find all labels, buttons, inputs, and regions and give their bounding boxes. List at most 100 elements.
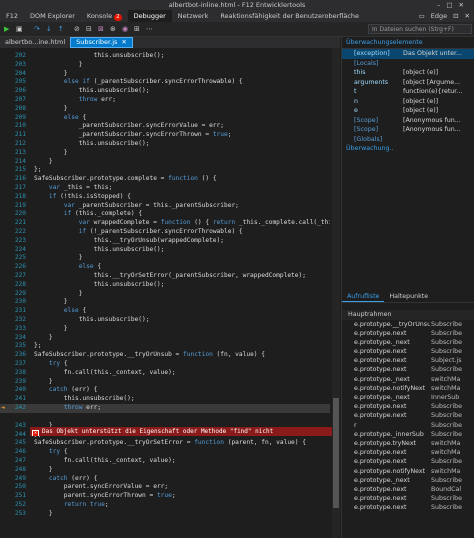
line-number[interactable]: 209 bbox=[8, 114, 26, 123]
break-on-exception-icon[interactable]: ⊘ bbox=[74, 24, 80, 34]
code-line[interactable]: 252 return true; bbox=[0, 501, 330, 510]
code-line[interactable]: 236 SafeSubscriber.prototype.__tryOrUnsub… bbox=[0, 351, 330, 360]
line-number[interactable]: 211 bbox=[8, 131, 26, 140]
tab-ui-responsiveness[interactable]: Reaktionsfähigkeit der Benutzeroberfläch… bbox=[214, 10, 365, 22]
call-stack-row[interactable]: e.prototype.next Subscribe bbox=[342, 347, 474, 356]
close-devtools-icon[interactable]: ✕ bbox=[465, 10, 470, 22]
tab-haltepunkte[interactable]: Haltepunkte bbox=[384, 291, 433, 302]
line-number[interactable]: 224 bbox=[8, 246, 26, 255]
code-line[interactable]: 225 } bbox=[0, 254, 330, 263]
editor-scrollbar[interactable] bbox=[332, 48, 340, 538]
code-line[interactable]: 221 var wrappedComplete = function () { … bbox=[0, 219, 330, 228]
watch-row[interactable]: this [object (e)] bbox=[342, 68, 474, 78]
minimize-button[interactable]: – bbox=[437, 1, 446, 9]
call-stack-row[interactable]: r Subscribe bbox=[342, 421, 474, 430]
code-line[interactable]: 238 fn.call(this._context, value); bbox=[0, 369, 330, 378]
code-line[interactable]: 213 } bbox=[0, 149, 330, 158]
code-line[interactable]: 211 _parentSubscriber.syncErrorThrown = … bbox=[0, 131, 330, 140]
watch-row[interactable]: Überwachung... bbox=[342, 144, 474, 154]
code-line[interactable]: 222 if (!_parentSubscriber.syncErrorThro… bbox=[0, 228, 330, 237]
call-stack-row[interactable]: e.prototype.next Subscribe bbox=[342, 329, 474, 338]
code-line[interactable]: 250 parent.syncErrorValue = err; bbox=[0, 483, 330, 492]
watch-row[interactable]: [Scope] [Anonymous fun... bbox=[342, 125, 474, 135]
line-number[interactable]: 236 bbox=[8, 351, 26, 360]
file-tab-subscriber[interactable]: Subscriber.js ✕ bbox=[70, 37, 133, 48]
code-line[interactable]: 214 } bbox=[0, 158, 330, 167]
call-stack-row[interactable]: e.prototype.next Subscribe bbox=[342, 503, 474, 512]
breakpoint-icon[interactable]: ◉ bbox=[122, 24, 128, 34]
call-stack-row[interactable]: e.prototype.next Subject.js bbox=[342, 356, 474, 365]
code-line[interactable]: 224 this.unsubscribe(); bbox=[0, 246, 330, 255]
step-out-icon[interactable]: ↑ bbox=[58, 24, 64, 34]
call-stack-row[interactable]: e.prototype.next Subscribe bbox=[342, 494, 474, 503]
code-line[interactable]: 207 throw err; bbox=[0, 96, 330, 105]
line-number[interactable]: 202 bbox=[8, 52, 26, 61]
line-number[interactable]: 213 bbox=[8, 149, 26, 158]
line-number[interactable]: 250 bbox=[8, 483, 26, 492]
line-number[interactable]: 243 bbox=[8, 422, 26, 431]
code-line[interactable]: 228 this.unsubscribe(); bbox=[0, 281, 330, 290]
line-number[interactable]: 228 bbox=[8, 281, 26, 290]
code-line[interactable]: ➜ 242 throw err; bbox=[0, 404, 330, 413]
watch-row[interactable]: e [object (e)] bbox=[342, 106, 474, 116]
line-number[interactable]: 229 bbox=[8, 290, 26, 299]
call-stack-row[interactable]: e.prototype.__tryOrUnsubSubscribe bbox=[342, 320, 474, 329]
code-line[interactable]: 203 } bbox=[0, 61, 330, 70]
line-number[interactable]: 223 bbox=[8, 237, 26, 246]
line-number[interactable]: 227 bbox=[8, 272, 26, 281]
line-number[interactable]: 210 bbox=[8, 122, 26, 131]
line-number[interactable]: 222 bbox=[8, 228, 26, 237]
tab-aufrufliste[interactable]: Aufrufliste bbox=[342, 291, 385, 302]
line-number[interactable]: 218 bbox=[8, 193, 26, 202]
call-stack-row[interactable]: e.prototype.next Subscribe bbox=[342, 402, 474, 411]
code-line[interactable]: 216 SafeSubscriber.prototype.complete = f… bbox=[0, 175, 330, 184]
line-number[interactable]: 235 bbox=[8, 342, 26, 351]
code-line[interactable]: 240 catch (err) { bbox=[0, 386, 330, 395]
call-stack-row[interactable]: e.prototype.notifyNext switchMa bbox=[342, 467, 474, 476]
line-number[interactable]: 249 bbox=[8, 475, 26, 484]
tab-debugger[interactable]: Debugger bbox=[127, 10, 172, 22]
disable-breakpoints-icon[interactable]: ⊠ bbox=[98, 24, 104, 34]
code-line[interactable]: 233 } bbox=[0, 325, 330, 334]
code-line[interactable]: 237 try { bbox=[0, 360, 330, 369]
code-line[interactable]: 219 var _parentSubscriber = this._parent… bbox=[0, 202, 330, 211]
call-stack-row[interactable]: e.prototype._innerSub Subscribe bbox=[342, 430, 474, 439]
line-number[interactable]: 230 bbox=[8, 298, 26, 307]
code-line[interactable]: 227 this.__tryOrSetError(_parentSubscrib… bbox=[0, 272, 330, 281]
line-number[interactable]: 248 bbox=[8, 466, 26, 475]
code-line[interactable]: 253 } bbox=[0, 510, 330, 519]
line-number[interactable]: 212 bbox=[8, 140, 26, 149]
line-number[interactable]: 226 bbox=[8, 263, 26, 272]
file-tab-albertbot[interactable]: albertbo...ine.html bbox=[0, 37, 70, 48]
call-stack-row[interactable]: e.prototype.next Subscribe bbox=[342, 411, 474, 420]
line-number[interactable]: 242 bbox=[8, 404, 26, 413]
code-line[interactable]: 229 } bbox=[0, 290, 330, 299]
line-number[interactable]: 216 bbox=[8, 175, 26, 184]
continue-icon[interactable]: ▶ bbox=[4, 24, 9, 34]
call-stack-row[interactable]: e.prototype._next InnerSub bbox=[342, 393, 474, 402]
line-number[interactable]: 208 bbox=[8, 105, 26, 114]
tab-dom-explorer[interactable]: DOM Explorer bbox=[24, 10, 81, 22]
code-line[interactable]: 230 } bbox=[0, 298, 330, 307]
code-line[interactable]: 204 } bbox=[0, 70, 330, 79]
line-number[interactable]: 241 bbox=[8, 395, 26, 404]
line-number[interactable]: 233 bbox=[8, 325, 26, 334]
call-stack-row[interactable]: e.prototype.next Subscribe bbox=[342, 457, 474, 466]
close-window-button[interactable]: ✕ bbox=[459, 1, 470, 9]
line-number[interactable]: 240 bbox=[8, 386, 26, 395]
code-editor[interactable]: 202 this.unsubscribe(); 203 } 204 } 205 els… bbox=[0, 48, 330, 538]
code-line[interactable]: 234 } bbox=[0, 334, 330, 343]
word-wrap-icon[interactable]: ⊞ bbox=[134, 24, 140, 34]
line-number[interactable]: 203 bbox=[8, 61, 26, 70]
line-number[interactable]: 207 bbox=[8, 96, 26, 105]
tab-netzwerk[interactable]: Netzwerk bbox=[172, 10, 215, 22]
pretty-print-icon[interactable]: ⊛ bbox=[110, 24, 116, 34]
line-number[interactable]: 251 bbox=[8, 492, 26, 501]
call-stack-row[interactable]: e.prototype.tryNext switchMa bbox=[342, 439, 474, 448]
watch-row[interactable]: n [object (e)] bbox=[342, 97, 474, 107]
watch-row[interactable]: t function(e){retur... bbox=[342, 87, 474, 97]
line-number[interactable]: 244 bbox=[8, 431, 26, 440]
maximize-button[interactable]: □ bbox=[446, 1, 458, 9]
call-stack-row[interactable]: e.prototype.next Subscribe bbox=[342, 365, 474, 374]
line-number[interactable]: 239 bbox=[8, 378, 26, 387]
